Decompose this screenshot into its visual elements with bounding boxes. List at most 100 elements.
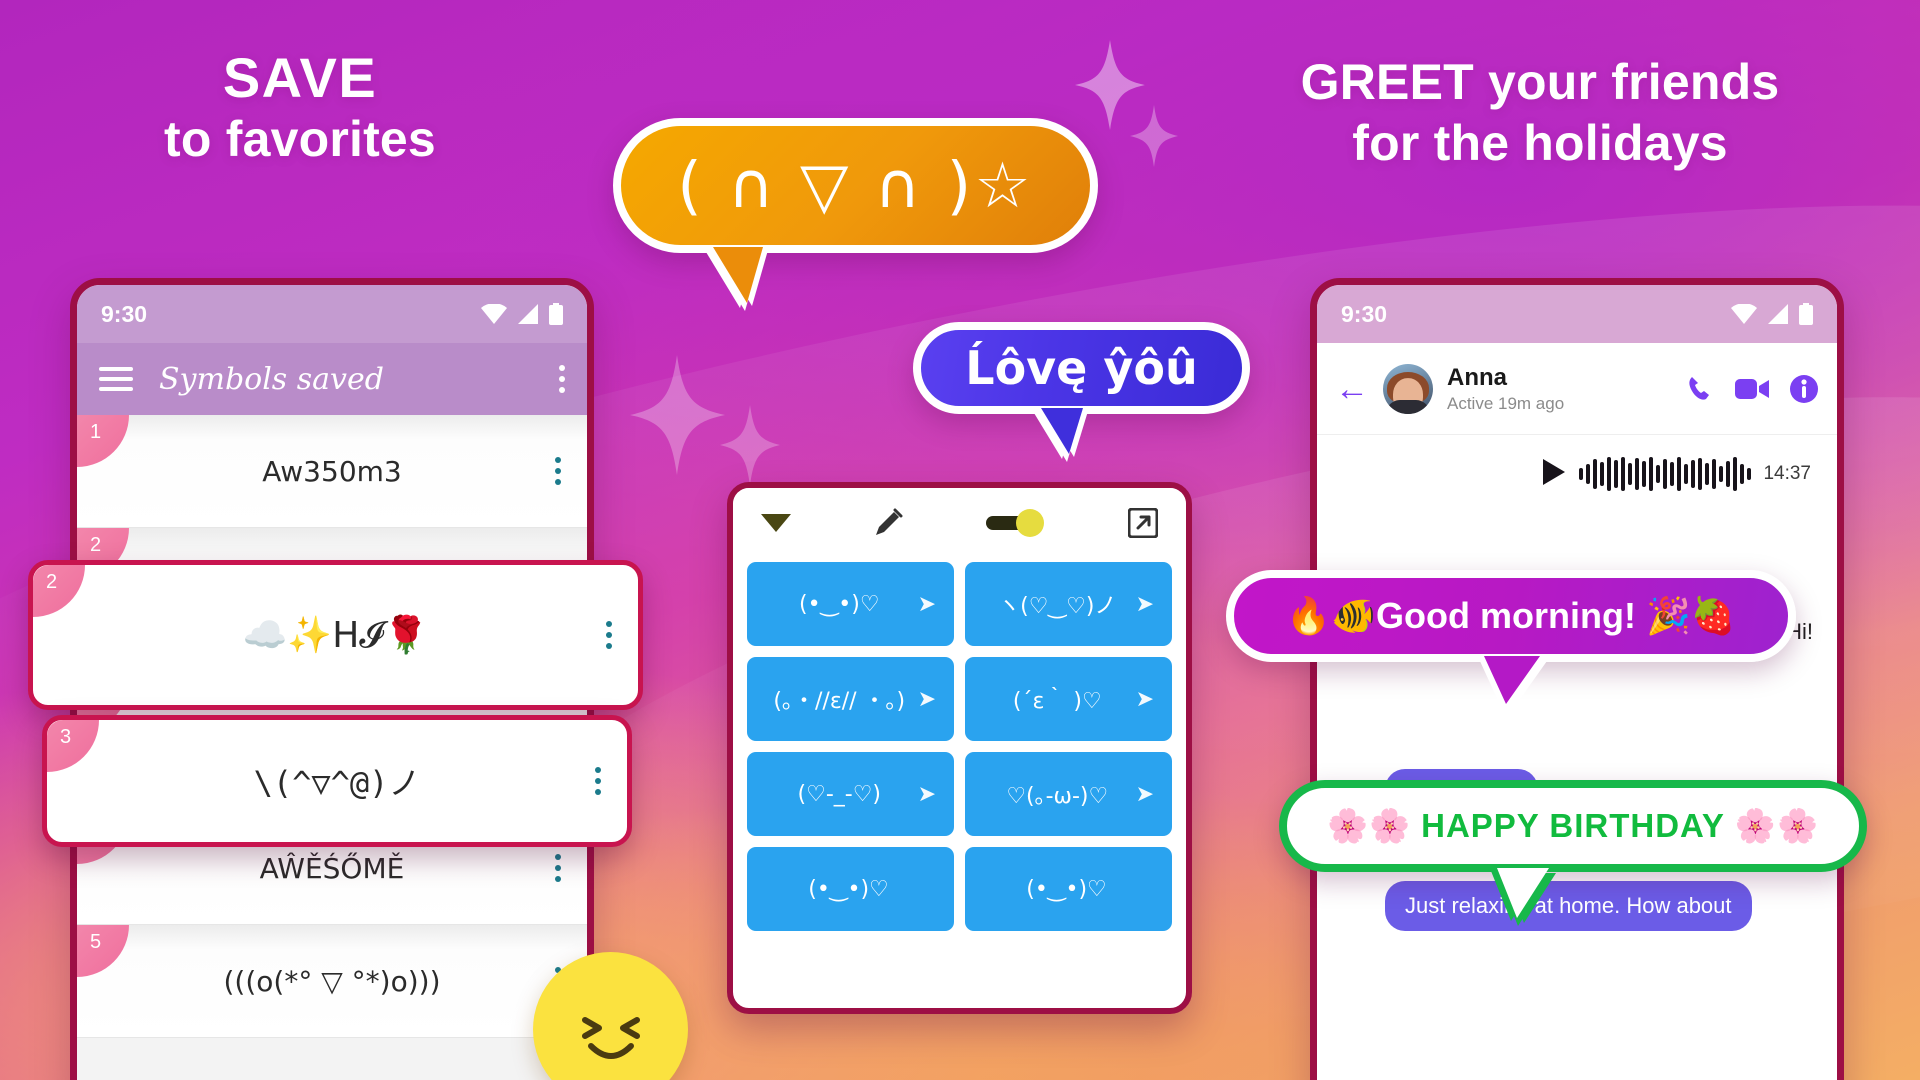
kebab-menu-icon[interactable] — [555, 854, 561, 882]
toggle-switch[interactable] — [985, 508, 1046, 542]
send-icon[interactable]: ➤ — [1136, 686, 1154, 712]
send-icon[interactable]: ➤ — [918, 781, 936, 807]
kaomoji-text: ♡(｡-ω-)♡ — [1006, 784, 1109, 809]
send-icon[interactable]: ➤ — [1136, 591, 1154, 617]
item-index: 2 — [33, 565, 85, 617]
back-arrow-icon[interactable]: ← — [1335, 372, 1369, 406]
sparkle-icon — [1130, 105, 1178, 167]
favorite-card-highlighted[interactable]: 3 \(^▽^@)ノ — [42, 715, 632, 847]
status-bar: 9:30 — [77, 285, 587, 343]
status-time: 9:30 — [1341, 300, 1388, 327]
kaomoji-text: (•‿•)♡ — [799, 591, 880, 617]
kaomoji-cell[interactable]: (•‿•)♡ ➤ — [747, 562, 954, 646]
play-icon[interactable] — [1541, 458, 1567, 491]
hamburger-icon[interactable] — [99, 367, 133, 391]
status-icons — [481, 303, 563, 325]
bubble-tail — [713, 247, 763, 303]
bubble-text: ( ∩ ▽ ∩ )☆ — [677, 149, 1034, 222]
bubble-body: Ĺôvę ŷôû — [913, 322, 1250, 414]
voice-duration: 14:37 — [1763, 463, 1811, 484]
bubble-body: 🌸🌸 HAPPY BIRTHDAY 🌸🌸 — [1279, 780, 1867, 872]
list-item[interactable]: 5 (((o(*° ▽ °*)o))) — [77, 925, 587, 1038]
wifi-icon — [481, 304, 507, 324]
bubble-tail — [1497, 868, 1549, 918]
kaomoji-cell[interactable]: (♡-_-♡) ➤ — [747, 752, 954, 836]
happy-birthday-speech-bubble: 🌸🌸 HAPPY BIRTHDAY 🌸🌸 — [1279, 780, 1867, 918]
good-morning-speech-bubble: 🔥🐠Good morning! 🎉🍓 — [1226, 570, 1796, 704]
headline-right-line2: for the holidays — [1352, 115, 1728, 171]
send-icon[interactable]: ➤ — [918, 686, 936, 712]
kebab-menu-icon[interactable] — [595, 767, 601, 795]
keyboard-toolbar — [733, 488, 1186, 562]
kebab-menu-icon[interactable] — [555, 457, 561, 485]
waveform — [1579, 457, 1752, 491]
status-bar: 9:30 — [1317, 285, 1837, 343]
app-bar: Symbols saved — [77, 343, 587, 415]
item-symbol: Aw350m3 — [262, 454, 402, 488]
info-icon[interactable] — [1789, 374, 1819, 404]
kaomoji-cell[interactable]: (｡・//ɛ// ・｡) ➤ — [747, 657, 954, 741]
kaomoji-text: (´ε｀ )♡ — [1012, 689, 1102, 714]
battery-icon — [1799, 303, 1813, 325]
bubble-tail — [1041, 408, 1083, 454]
kaomoji-cell[interactable]: (•‿•)♡ — [747, 847, 954, 931]
kaomoji-grid: (•‿•)♡ ➤ ヽ(♡‿♡)ノ ➤ (｡・//ɛ// ・｡) ➤ (´ε｀ )♡ ➤ … — [733, 562, 1186, 945]
battery-icon — [549, 303, 563, 325]
flower-emoji-right: 🌸🌸 — [1734, 806, 1820, 844]
promo-canvas: SAVE to favorites GREET your friends for… — [0, 0, 1920, 1080]
item-symbol: AŴĚŚŐMĚ — [259, 851, 405, 885]
favorite-card-highlighted[interactable]: 2 ☁️✨H𝓘🌹 — [28, 560, 643, 710]
bubble-body: ( ∩ ▽ ∩ )☆ — [613, 118, 1098, 253]
kaomoji-cell[interactable]: ヽ(♡‿♡)ノ ➤ — [965, 562, 1172, 646]
video-camera-icon[interactable] — [1735, 376, 1769, 402]
wifi-icon — [1731, 304, 1757, 324]
pencil-icon[interactable] — [873, 508, 903, 543]
kaomoji-cell[interactable]: ♡(｡-ω-)♡ ➤ — [965, 752, 1172, 836]
kaomoji-text: ヽ(♡‿♡)ノ — [998, 594, 1117, 619]
headline-left: SAVE to favorites — [60, 48, 540, 166]
headline-left-line1: SAVE — [222, 46, 378, 109]
page-title: Symbols saved — [159, 361, 384, 397]
phone-icon[interactable] — [1685, 374, 1715, 404]
bubble-text: Ĺôvę ŷôû — [965, 341, 1198, 395]
kaomoji-cell[interactable]: (´ε｀ )♡ ➤ — [965, 657, 1172, 741]
chat-line: Just relaxing at home. How about — [1337, 881, 1817, 931]
item-symbol: ☁️✨H𝓘🌹 — [242, 614, 429, 656]
bubble-text: HAPPY BIRTHDAY — [1421, 807, 1725, 844]
kaomoji-text: (•‿•)♡ — [1026, 876, 1107, 902]
avatar — [1383, 363, 1433, 414]
kaomoji-text: (•‿•)♡ — [808, 876, 889, 902]
voice-message[interactable]: 14:37 — [1317, 435, 1837, 513]
signal-icon — [518, 304, 538, 324]
item-index: 3 — [47, 720, 99, 772]
external-link-icon[interactable] — [1127, 507, 1159, 543]
status-icons — [1731, 303, 1813, 325]
kaomoji-speech-bubble: ( ∩ ▽ ∩ )☆ — [613, 118, 1098, 303]
kaomoji-keyboard-panel: (•‿•)♡ ➤ ヽ(♡‿♡)ノ ➤ (｡・//ɛ// ・｡) ➤ (´ε｀ )♡ ➤ … — [727, 482, 1192, 1014]
send-icon[interactable]: ➤ — [1136, 781, 1154, 807]
sparkle-icon — [630, 355, 725, 475]
headline-left-line2: to favorites — [164, 111, 436, 168]
item-symbol: (((o(*° ▽ °*)o))) — [223, 964, 441, 998]
kaomoji-cell[interactable]: (•‿•)♡ — [965, 847, 1172, 931]
headline-right: GREET your friends for the holidays — [1190, 56, 1890, 170]
item-index: 5 — [77, 925, 129, 977]
item-index: 1 — [77, 415, 129, 467]
messenger-phone: 9:30 ← Anna Active 19m ago 14:37 Hi! Jus… — [1310, 278, 1844, 1080]
status-time: 9:30 — [101, 300, 148, 327]
signal-icon — [1768, 304, 1788, 324]
bubble-text: 🔥🐠Good morning! 🎉🍓 — [1286, 595, 1736, 636]
message-text: Just relaxing at home. How about — [1385, 881, 1752, 931]
contact-name: Anna — [1447, 363, 1507, 391]
item-symbol: \(^▽^@)ノ — [253, 764, 421, 802]
send-icon[interactable]: ➤ — [918, 591, 936, 617]
contact-status: Active 19m ago — [1447, 393, 1565, 413]
conversation-header: ← Anna Active 19m ago — [1317, 343, 1837, 435]
kebab-menu-icon[interactable] — [559, 365, 565, 393]
bubble-body: 🔥🐠Good morning! 🎉🍓 — [1226, 570, 1796, 662]
sparkle-icon — [1075, 40, 1145, 130]
caret-down-icon[interactable] — [761, 513, 791, 537]
kebab-menu-icon[interactable] — [606, 621, 612, 649]
list-item[interactable]: 1 Aw350m3 — [77, 415, 587, 528]
flower-emoji-left: 🌸🌸 — [1326, 806, 1412, 844]
